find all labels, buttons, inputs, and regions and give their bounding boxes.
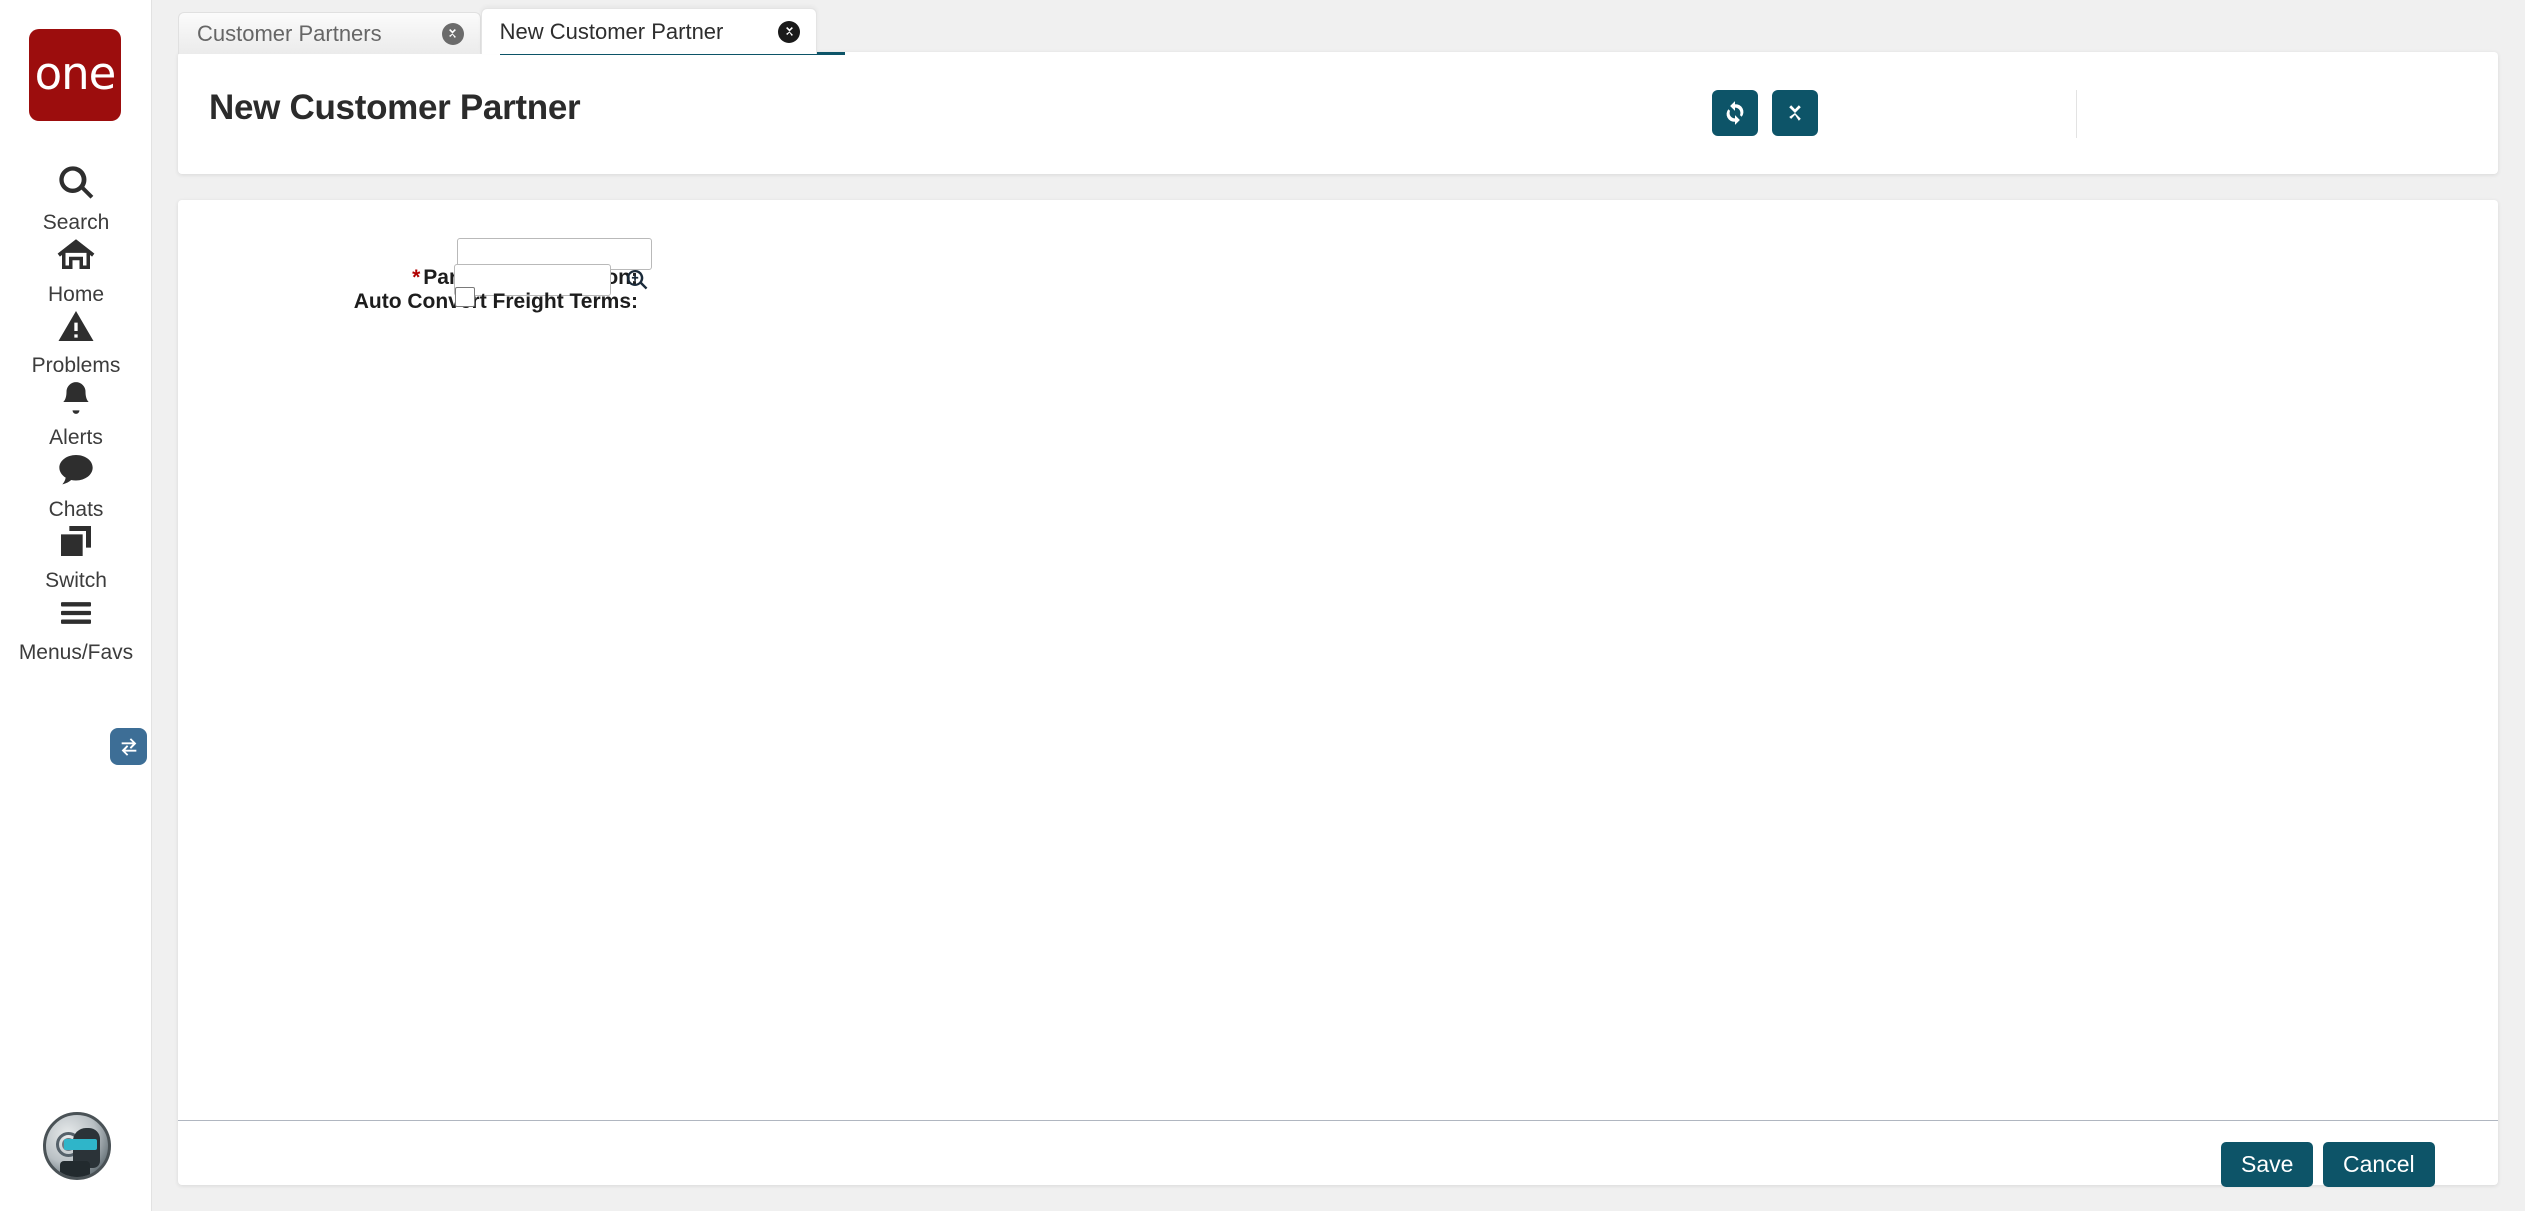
- refresh-sync-icon: [1726, 101, 1744, 125]
- sidebar-item-home[interactable]: Home: [0, 232, 152, 307]
- close-circle-icon[interactable]: [441, 22, 464, 45]
- sidebar-item-alerts[interactable]: Alerts: [0, 375, 152, 450]
- search-plus-icon[interactable]: [625, 268, 649, 292]
- app-logo-text: one: [34, 47, 117, 100]
- sidebar: one Search Home Problems Alerts Chats Sw…: [0, 0, 152, 1211]
- sidebar-item-problems[interactable]: Problems: [0, 303, 152, 378]
- warning-triangle-icon: [56, 303, 96, 349]
- sidebar-item-label: Menus/Favs: [18, 641, 134, 664]
- tab-bar: Customer Partners New Customer Partner: [178, 8, 818, 54]
- form-panel: *Partner Name: *Partner Organization: Au…: [178, 200, 2498, 1187]
- close-x-icon: [1789, 105, 1801, 121]
- tab-new-customer-partner[interactable]: New Customer Partner: [480, 8, 818, 54]
- tab-label: Customer Partners: [197, 20, 382, 46]
- field-row-auto-convert-freight-terms: Auto Convert Freight Terms:: [178, 290, 638, 314]
- switch-windows-icon: [56, 518, 96, 564]
- page-header: New Customer Partner: [178, 52, 2498, 174]
- exchange-arrows-icon: [121, 737, 136, 756]
- auto-convert-freight-terms-checkbox[interactable]: [455, 287, 475, 307]
- avatar-body: [60, 1161, 90, 1177]
- refresh-button[interactable]: [1712, 90, 1758, 136]
- header-divider: [2076, 90, 2077, 138]
- chat-bubble-icon: [56, 447, 96, 493]
- auto-convert-freight-terms-label: Auto Convert Freight Terms: [353, 290, 631, 313]
- cancel-button[interactable]: Cancel: [2323, 1142, 2435, 1187]
- bell-icon: [57, 375, 95, 421]
- sidebar-item-chats[interactable]: Chats: [0, 447, 152, 522]
- sidebar-item-switch[interactable]: Switch: [0, 518, 152, 593]
- tab-customer-partners[interactable]: Customer Partners: [178, 12, 481, 54]
- sidebar-item-search[interactable]: Search: [0, 160, 152, 235]
- avatar-visor: [64, 1139, 97, 1150]
- switch-organization-badge[interactable]: [110, 728, 147, 765]
- close-circle-icon[interactable]: [778, 20, 801, 43]
- required-asterisk: *: [412, 266, 421, 289]
- tab-label: New Customer Partner: [499, 18, 724, 44]
- ai-assistant-avatar[interactable]: [43, 1112, 111, 1180]
- label-colon: :: [631, 290, 638, 313]
- save-button[interactable]: Save: [2221, 1142, 2314, 1187]
- hamburger-icon: [56, 590, 96, 636]
- home-icon: [55, 232, 97, 278]
- close-page-button[interactable]: [1772, 90, 1818, 136]
- sidebar-item-menus-favs[interactable]: Menus/Favs: [0, 590, 152, 665]
- app-logo[interactable]: one: [29, 29, 121, 121]
- search-icon: [56, 160, 96, 206]
- page-title: New Customer Partner: [209, 88, 581, 127]
- footer-divider: [178, 1120, 2498, 1121]
